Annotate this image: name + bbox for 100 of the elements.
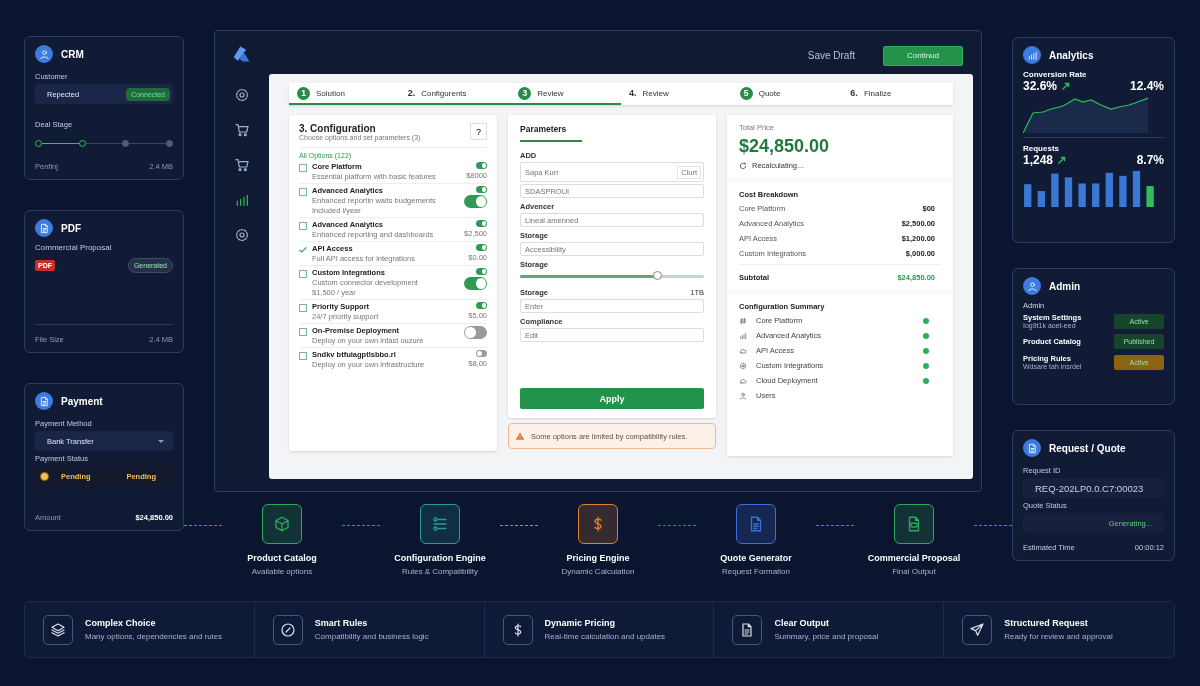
toggle-switch[interactable] (464, 195, 487, 208)
node-subtitle: Request Formation (722, 567, 790, 576)
checkbox[interactable] (299, 222, 307, 230)
step-tab[interactable]: 2. Configurents (399, 83, 511, 105)
toggle-switch[interactable] (476, 302, 487, 309)
metric-label: Conversion Rate (1023, 70, 1088, 79)
help-button[interactable]: ? (470, 123, 487, 140)
cloud-icon (739, 376, 747, 385)
feature-text: Many options, dependencies and rules (85, 632, 222, 641)
sliders-tile[interactable] (420, 504, 460, 544)
checkbox[interactable] (299, 304, 307, 312)
node-title: Product Catalog (247, 553, 317, 563)
cart-icon (234, 157, 250, 173)
document-icon (38, 222, 50, 234)
send-icon (969, 621, 986, 638)
feature-text: Compatibility and business logic (314, 632, 429, 641)
metric-value: 32.6% (1023, 79, 1058, 93)
user-icon (739, 391, 747, 400)
metric-label: Requests (1023, 144, 1060, 153)
card-title: Analytics (1049, 49, 1094, 61)
trend-up-icon (1057, 155, 1067, 165)
total-price: $24,850.00 (739, 136, 831, 157)
node-subtitle: Dynamic Calculation (561, 567, 635, 576)
step-tab[interactable]: 5 Quote (731, 83, 843, 105)
feature-title: Clear Output (774, 618, 830, 628)
list-icon (431, 515, 449, 533)
feature-text: Summary, price and proposal (774, 632, 879, 641)
toggle-switch[interactable] (476, 162, 487, 169)
sidebar-button[interactable] (234, 87, 250, 103)
metric-value: 1,248 (1023, 153, 1054, 167)
step-tab[interactable]: 4. Review (621, 83, 732, 105)
document-name: Commercial Proposal (35, 243, 113, 252)
node-subtitle: Rules & Compatibility (402, 567, 478, 576)
step-tab[interactable]: 3 Review (510, 83, 621, 105)
sidebar-button[interactable] (234, 192, 250, 208)
refresh-icon (739, 161, 747, 170)
node-title: Pricing Engine (566, 553, 630, 563)
settings-icon (234, 227, 250, 243)
feature-text: Real-time calculation and updates (544, 632, 666, 641)
bar-chart-icon (1026, 49, 1038, 61)
cube-icon (273, 515, 291, 533)
checkbox[interactable] (299, 188, 307, 196)
apply-button[interactable]: Apply (520, 388, 704, 409)
toggle-switch[interactable] (476, 244, 487, 251)
metric-change: 8.7% (1136, 153, 1164, 167)
feature-text: Ready for review and approval (1004, 632, 1113, 641)
node-title: Quote Generator (720, 553, 792, 563)
warning-icon (515, 431, 525, 441)
coin-icon (40, 471, 49, 481)
section-title: 3. Configuration (299, 123, 376, 134)
trend-up-icon (1061, 81, 1071, 91)
step-tab[interactable]: 6. Finalize (842, 83, 954, 105)
toggle-switch[interactable] (464, 277, 487, 290)
check-icon (299, 246, 307, 254)
continue-button[interactable]: Continud (883, 45, 963, 66)
toggle-switch[interactable] (476, 268, 487, 275)
user-icon (38, 48, 50, 60)
feature-title: Complex Choice (85, 618, 157, 628)
sidebar-button[interactable] (234, 122, 250, 138)
section-title: Parameters (520, 124, 583, 142)
feature-title: Dynamic Pricing (544, 618, 617, 628)
gear-icon (739, 361, 747, 370)
node-subtitle: Available options (251, 567, 313, 576)
user-icon (1026, 280, 1038, 292)
dollar-tile[interactable] (578, 504, 618, 544)
toggle-switch[interactable] (464, 326, 487, 339)
node-title: Configuration Engine (394, 553, 486, 563)
node-subtitle: Final Output (892, 567, 936, 576)
feature-title: Structured Request (1004, 618, 1089, 628)
checkbox[interactable] (299, 352, 307, 360)
cart-icon (234, 122, 250, 138)
card-title: Admin (1049, 280, 1081, 292)
document-tile[interactable] (736, 504, 776, 544)
save-draft-button[interactable]: Save Draft (807, 50, 855, 61)
check-circle-icon (279, 621, 296, 638)
document-icon (1026, 442, 1038, 454)
card-title: Request / Quote (1049, 442, 1126, 454)
request-id-field: REQ-202LP0.0.C7:00023 (1023, 478, 1164, 498)
cloud-icon (739, 346, 747, 355)
card-title: PDF (61, 222, 81, 234)
toggle-switch[interactable] (476, 220, 487, 227)
layers-icon (50, 621, 66, 638)
node-title: Commercial Proposal (867, 553, 961, 563)
metric-change: 12.4% (1129, 79, 1164, 93)
checkbox[interactable] (299, 328, 307, 336)
pdf-tile[interactable] (894, 504, 934, 544)
step-tab[interactable]: 1 Solution (289, 83, 400, 105)
sidebar-button[interactable] (234, 227, 250, 243)
cube-tile[interactable] (262, 504, 302, 544)
checkbox[interactable] (299, 270, 307, 278)
card-title: CRM (61, 48, 84, 60)
settings-icon (234, 87, 250, 103)
hash-icon (739, 316, 747, 325)
sidebar-button[interactable] (234, 157, 250, 173)
feature-title: Smart Rules (314, 618, 369, 628)
bar-chart-icon (739, 331, 747, 340)
checkbox[interactable] (299, 164, 307, 172)
toggle-switch[interactable] (476, 186, 487, 193)
toggle-switch[interactable] (476, 350, 487, 357)
card-title: Payment (61, 395, 103, 407)
